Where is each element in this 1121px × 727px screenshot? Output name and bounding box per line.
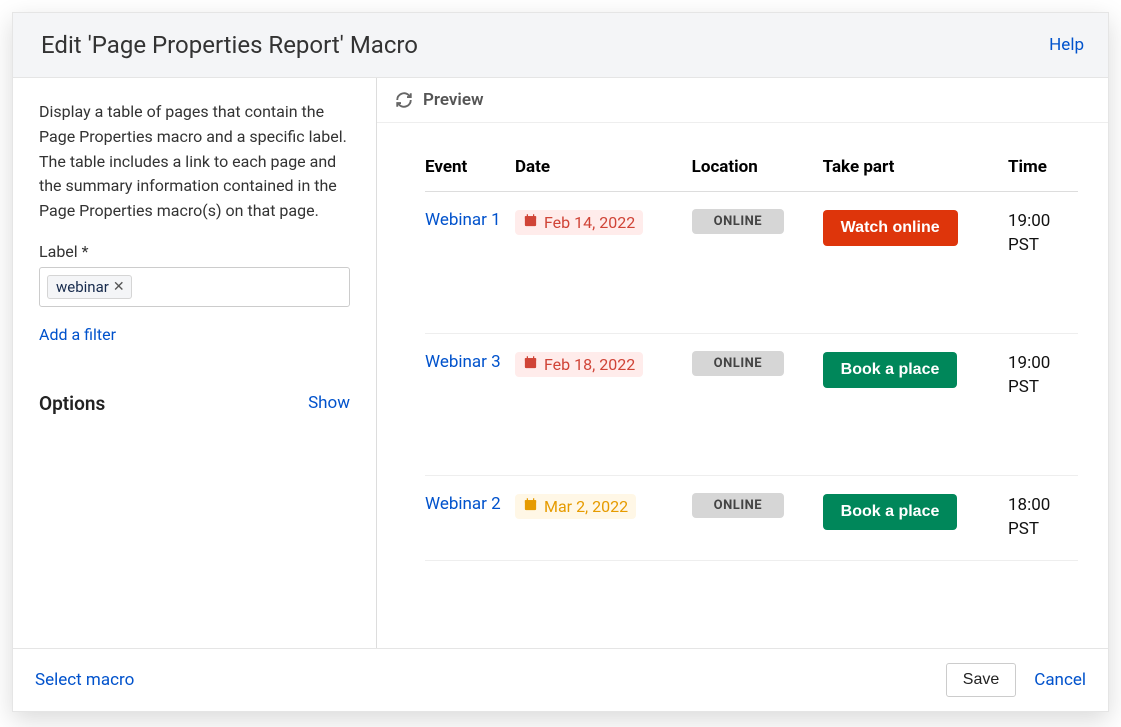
report-table: Event Date Location Take part Time Webin… [425,149,1078,561]
take-part-button[interactable]: Watch online [823,210,958,246]
options-section: Options Show [39,392,350,415]
config-sidebar: Display a table of pages that contain th… [13,78,377,648]
dialog-body: Display a table of pages that contain th… [13,78,1108,648]
time-cell: 18:00 PST [1008,476,1078,561]
remove-tag-icon[interactable]: ✕ [113,280,125,294]
date-badge: Feb 18, 2022 [515,352,643,377]
event-link[interactable]: Webinar 2 [425,494,501,514]
calendar-icon [523,355,538,374]
col-event: Event [425,149,515,192]
macro-editor-dialog: Edit 'Page Properties Report' Macro Help… [12,12,1109,712]
preview-title: Preview [423,90,484,110]
col-take-part: Take part [823,149,1008,192]
help-link[interactable]: Help [1049,35,1084,55]
time-cell: 19:00 PST [1008,334,1078,476]
preview-panel: Preview Event Date Location Take part Ti… [377,78,1108,648]
add-filter-link[interactable]: Add a filter [39,325,116,344]
location-badge: ONLINE [692,351,784,376]
table-row: Webinar 1 Feb 14, 2022 ONLINE Watch online 1… [425,192,1078,334]
table-row: Webinar 2 Mar 2, 2022 ONLINE Book a place 18… [425,476,1078,561]
table-row: Webinar 3 Feb 18, 2022 ONLINE Book a place 1… [425,334,1078,476]
col-time: Time [1008,149,1078,192]
label-tag-text: webinar [56,278,109,296]
time-cell: 19:00 PST [1008,192,1078,334]
save-button[interactable]: Save [946,663,1016,697]
preview-content: Event Date Location Take part Time Webin… [377,123,1108,648]
select-macro-link[interactable]: Select macro [35,670,134,690]
date-badge: Feb 14, 2022 [515,210,643,235]
take-part-button[interactable]: Book a place [823,494,958,530]
location-badge: ONLINE [692,493,784,518]
calendar-icon [523,213,538,232]
col-date: Date [515,149,692,192]
label-tag: webinar ✕ [47,275,132,299]
footer-actions: Save Cancel [946,663,1086,697]
dialog-header: Edit 'Page Properties Report' Macro Help [13,13,1108,78]
event-link[interactable]: Webinar 3 [425,352,501,372]
label-input[interactable]: webinar ✕ [39,267,350,307]
show-options-link[interactable]: Show [308,393,350,413]
preview-header: Preview [377,78,1108,123]
dialog-title: Edit 'Page Properties Report' Macro [41,31,418,59]
calendar-icon [523,497,538,516]
take-part-button[interactable]: Book a place [823,352,958,388]
dialog-footer: Select macro Save Cancel [13,648,1108,711]
refresh-icon[interactable] [395,91,413,109]
label-field-label: Label * [39,242,350,261]
col-location: Location [692,149,823,192]
macro-description: Display a table of pages that contain th… [39,100,350,224]
cancel-link[interactable]: Cancel [1034,670,1086,690]
event-link[interactable]: Webinar 1 [425,210,501,230]
options-heading: Options [39,392,105,415]
location-badge: ONLINE [692,209,784,234]
date-badge: Mar 2, 2022 [515,494,636,519]
